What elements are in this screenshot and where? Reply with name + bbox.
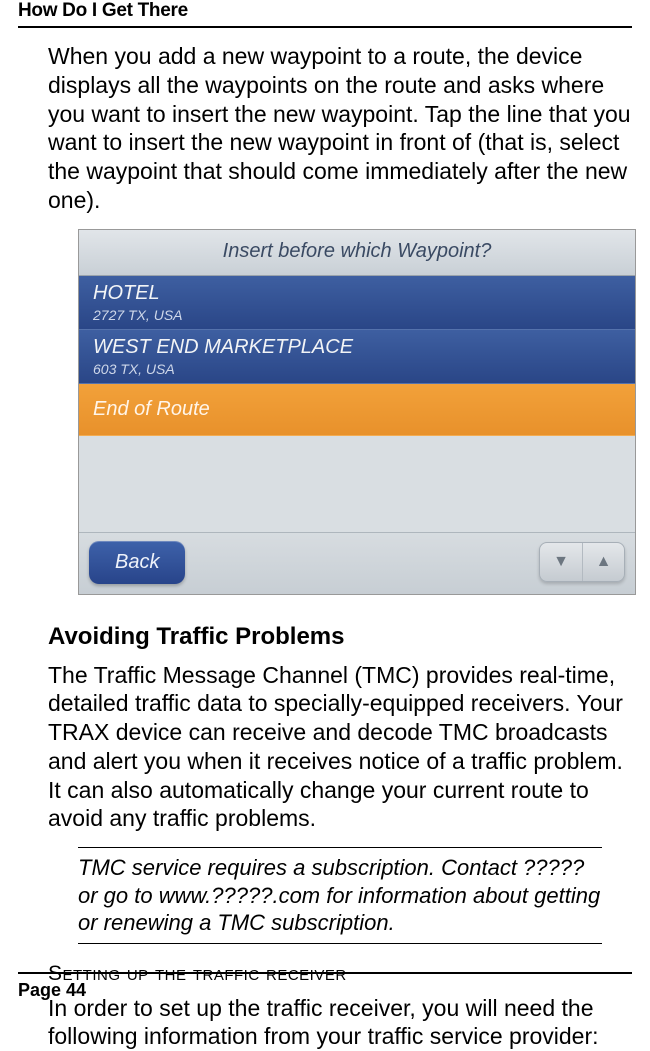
page-number: Page 44 (18, 980, 632, 1001)
scroll-down-button[interactable]: ▼ (540, 543, 582, 581)
waypoint-address: 2727 TX, USA (93, 307, 621, 323)
back-button[interactable]: Back (89, 541, 185, 584)
device-titlebar: Insert before which Waypoint? (79, 230, 635, 276)
chevron-up-icon: ▲ (596, 553, 612, 571)
waypoint-row[interactable]: WEST END MARKETPLACE 603 TX, USA (79, 330, 635, 384)
section-heading-traffic: Avoiding Traffic Problems (48, 623, 632, 651)
traffic-paragraph: The Traffic Message Channel (TMC) provid… (48, 661, 632, 834)
back-button-label: Back (115, 551, 159, 573)
waypoint-row[interactable]: HOTEL 2727 TX, USA (79, 276, 635, 330)
intro-paragraph: When you add a new waypoint to a route, … (48, 42, 632, 215)
waypoint-address: 603 TX, USA (93, 361, 621, 377)
list-empty-area (79, 436, 635, 532)
device-title: Insert before which Waypoint? (223, 240, 492, 262)
page-header: How Do I Get There (18, 0, 632, 22)
chevron-down-icon: ▼ (553, 553, 569, 571)
waypoint-list: HOTEL 2727 TX, USA WEST END MARKETPLACE … (79, 276, 635, 532)
tmc-note: TMC service requires a subscription. Con… (78, 847, 602, 944)
waypoint-name: HOTEL (93, 282, 621, 305)
device-screenshot: Insert before which Waypoint? HOTEL 2727… (78, 229, 636, 595)
scroll-arrow-group: ▼ ▲ (539, 542, 625, 582)
device-bottom-bar: Back ▼ ▲ (79, 532, 635, 594)
waypoint-name: WEST END MARKETPLACE (93, 336, 621, 359)
receiver-paragraph: In order to set up the traffic receiver,… (48, 994, 632, 1051)
end-of-route-row[interactable]: End of Route (79, 384, 635, 436)
page-header-rule: How Do I Get There (18, 0, 632, 28)
scroll-up-button[interactable]: ▲ (582, 543, 624, 581)
page-footer-rule: Page 44 (18, 972, 632, 1001)
end-of-route-label: End of Route (93, 398, 210, 420)
